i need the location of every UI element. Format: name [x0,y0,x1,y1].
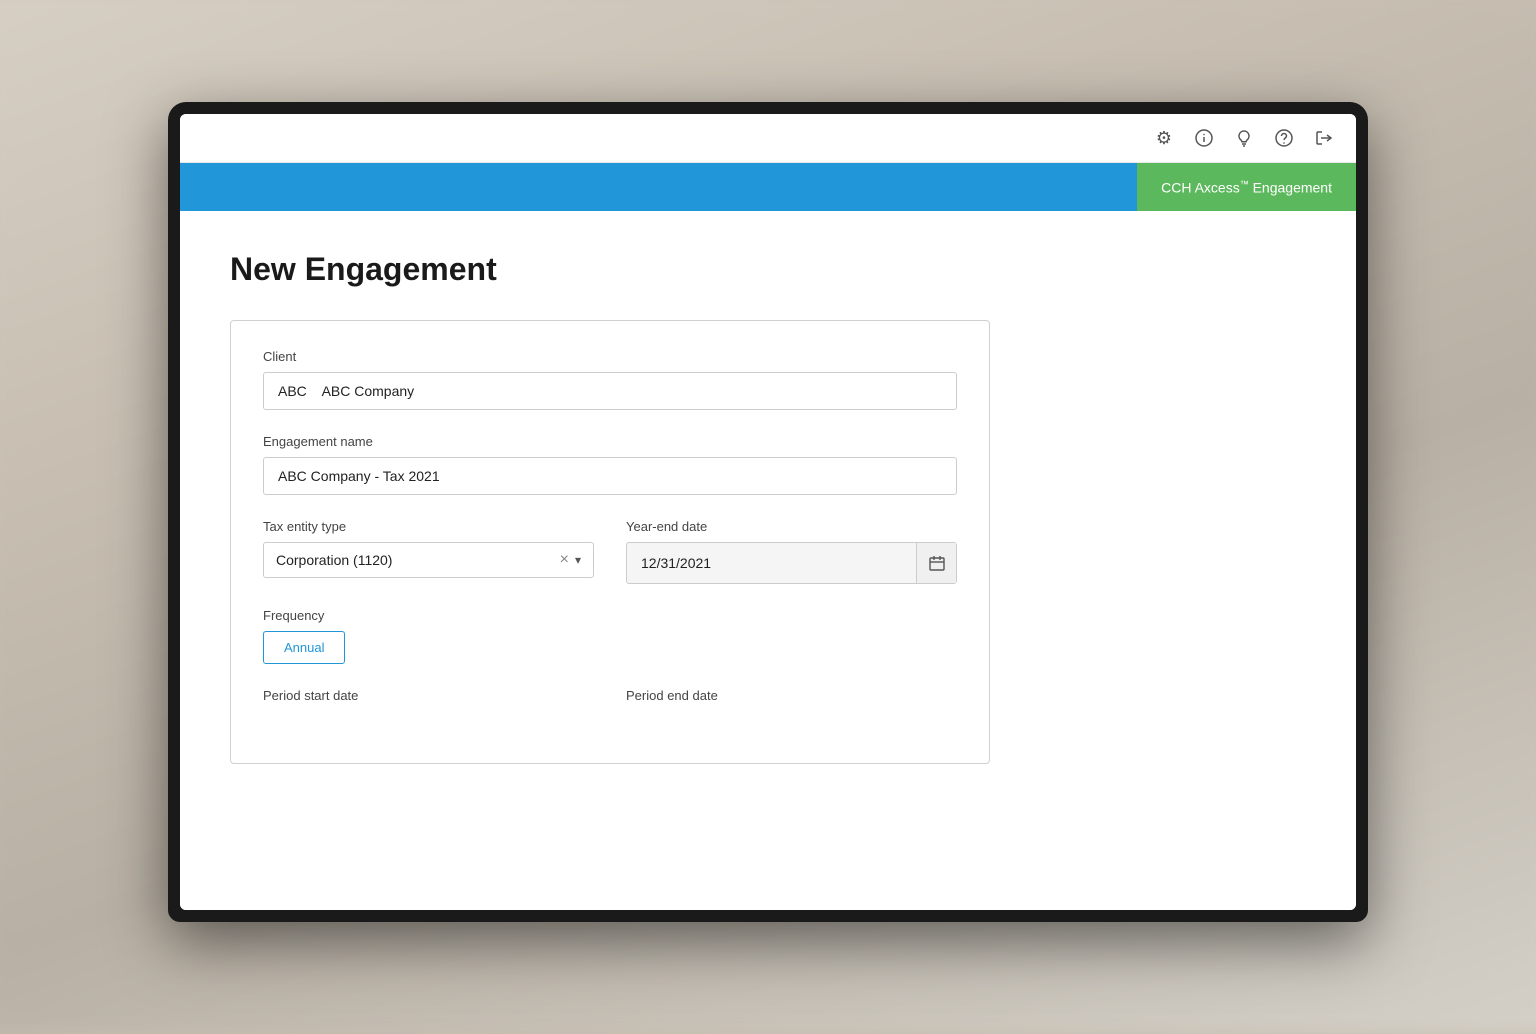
info-icon[interactable] [1188,122,1220,154]
tax-entity-clear-icon[interactable]: × [560,551,569,569]
annual-frequency-button[interactable]: Annual [263,631,345,664]
client-label: Client [263,349,957,364]
top-bar: ⚙ [180,114,1356,163]
tax-entity-label: Tax entity type [263,519,594,534]
year-end-col: Year-end date [626,519,957,584]
engagement-name-label: Engagement name [263,434,957,449]
client-field-group: Client [263,349,957,410]
monitor-screen: ⚙ [180,114,1356,910]
engagement-name-field-group: Engagement name [263,434,957,495]
period-end-col: Period end date [626,688,957,711]
header-bar-blue-section [180,163,1137,211]
tax-entity-col: Tax entity type Corporation (1120) × ▾ [263,519,594,584]
period-end-label: Period end date [626,688,957,703]
form-card: Client Engagement name Tax entity type C… [230,320,990,764]
frequency-label: Frequency [263,608,957,623]
help-icon[interactable] [1268,122,1300,154]
tax-entity-select[interactable]: Corporation (1120) × ▾ [263,542,594,578]
period-date-row: Period start date Period end date [263,688,957,711]
calendar-icon[interactable] [916,543,956,583]
tax-entity-chevron-icon[interactable]: ▾ [575,553,581,567]
settings-icon[interactable]: ⚙ [1148,122,1180,154]
tax-entity-value: Corporation (1120) [276,552,560,568]
year-end-label: Year-end date [626,519,957,534]
client-input[interactable] [263,372,957,410]
period-start-label: Period start date [263,688,594,703]
year-end-date-wrapper [626,542,957,584]
engagement-name-input[interactable] [263,457,957,495]
lightbulb-icon[interactable] [1228,122,1260,154]
frequency-field-group: Frequency Annual [263,608,957,664]
page-title: New Engagement [230,251,1306,288]
app-name-badge: CCH Axcess™ Engagement [1137,163,1356,211]
logout-icon[interactable] [1308,122,1340,154]
app-name-text: CCH Axcess™ Engagement [1161,179,1332,196]
header-bar: CCH Axcess™ Engagement [180,163,1356,211]
period-start-col: Period start date [263,688,594,711]
year-end-input[interactable] [627,545,916,581]
tax-entity-year-row: Tax entity type Corporation (1120) × ▾ Y… [263,519,957,584]
monitor-frame: ⚙ [168,102,1368,922]
main-content: New Engagement Client Engagement name Ta… [180,211,1356,910]
